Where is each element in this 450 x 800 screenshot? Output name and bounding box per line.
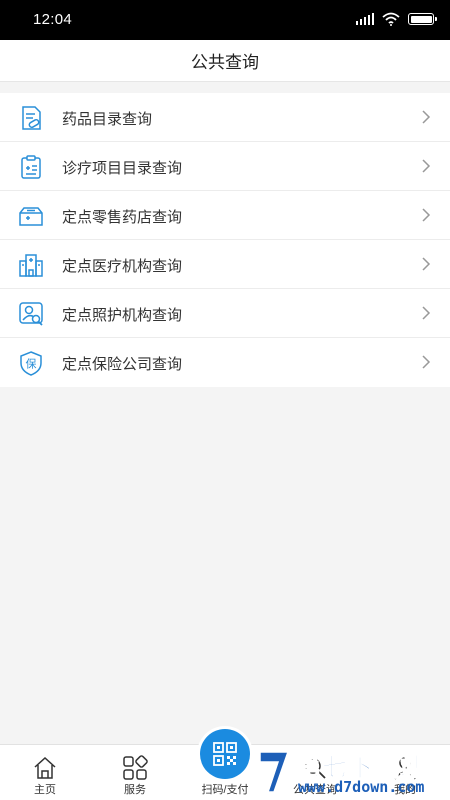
status-time: 12:04 [33,11,73,28]
menu-item-label: 定点保险公司查询 [62,356,183,373]
menu-item-treatment-catalog[interactable]: 诊疗项目目录查询 [0,142,450,191]
menu-item-label: 定点照护机构查询 [62,307,183,324]
menu-item-care-institution[interactable]: 定点照护机构查询 [0,289,450,338]
status-icons [355,12,437,26]
watermark-url: www.d7down.com [298,778,425,796]
menu-item-insurance-company[interactable]: 保 定点保险公司查询 [0,338,450,387]
watermark-logo-icon [259,751,290,793]
person-search-icon [19,302,43,326]
battery-icon [408,13,437,25]
chevron-right-icon [422,355,431,369]
home-icon [34,756,56,779]
grid-icon [123,755,148,780]
signal-icon [355,13,374,25]
hospital-building-icon [19,254,43,277]
medicine-box-icon [19,207,43,226]
menu-item-medical-institution[interactable]: 定点医疗机构查询 [0,240,450,289]
insurance-shield-icon: 保 [20,351,42,376]
query-menu-list: 药品目录查询 诊疗项目目录查询 定点零售药店查询 定点医疗机构查询 定点照护机构… [0,93,450,387]
tab-label: 主页 [34,784,56,796]
menu-item-label: 药品目录查询 [62,111,153,128]
menu-item-retail-pharmacy[interactable]: 定点零售药店查询 [0,191,450,240]
tab-services[interactable]: 服务 [90,745,180,800]
drug-catalog-icon [22,106,41,130]
menu-item-label: 定点医疗机构查询 [62,258,183,275]
chevron-right-icon [422,208,431,222]
watermark: 第七下载站 www.d7down.com [256,748,446,798]
status-bar: 12:04 [0,0,450,40]
chevron-right-icon [422,159,431,173]
qr-code-icon [213,742,237,766]
page-title: 公共查询 [191,53,259,72]
menu-item-drug-catalog[interactable]: 药品目录查询 [0,93,450,142]
tab-home[interactable]: 主页 [0,745,90,800]
menu-item-label: 定点零售药店查询 [62,209,183,226]
tab-label: 服务 [124,784,146,796]
chevron-right-icon [422,257,431,271]
nav-bar: 公共查询 [0,40,450,82]
menu-item-label: 诊疗项目目录查询 [62,160,183,177]
chevron-right-icon [422,110,431,124]
scan-pay-button[interactable] [200,729,250,779]
wifi-icon [382,12,400,26]
chevron-right-icon [422,306,431,320]
svg-text:保: 保 [26,357,37,371]
clipboard-medical-icon [21,155,41,179]
